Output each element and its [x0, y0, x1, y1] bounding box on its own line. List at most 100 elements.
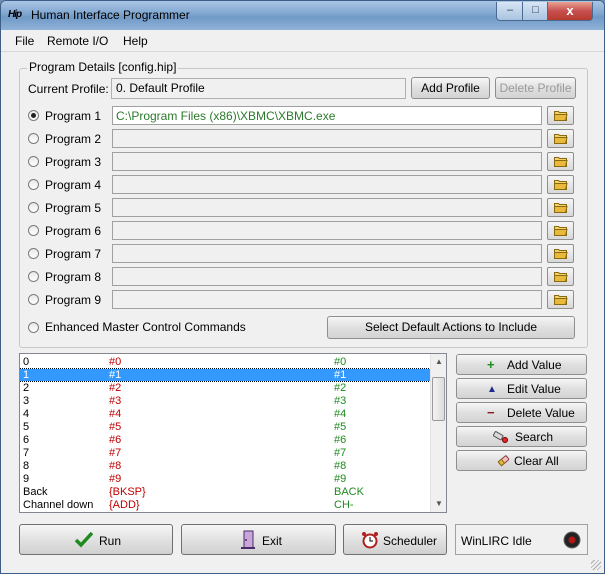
program-2-radio[interactable]	[28, 133, 39, 144]
delete-profile-button[interactable]: Delete Profile	[495, 77, 576, 99]
plus-icon: +	[487, 357, 495, 372]
winlirc-status-text: WinLIRC Idle	[461, 534, 532, 548]
program-9-browse-button[interactable]	[547, 290, 574, 309]
program-4-browse-button[interactable]	[547, 175, 574, 194]
program-1-radio[interactable]	[28, 110, 39, 121]
mapping-list[interactable]: 0 #0 #0 1 #1 #1 2 #2 #2 3 #3 #3 4 #4 #4 5 #5 #5 6 #6 #…	[19, 353, 447, 513]
select-default-actions-button[interactable]: Select Default Actions to Include	[327, 316, 575, 339]
app-logo-icon: Hip	[8, 9, 22, 20]
folder-icon	[554, 203, 568, 213]
program-3-radio[interactable]	[28, 156, 39, 167]
exit-door-icon	[240, 530, 256, 553]
exit-button[interactable]: Exit	[181, 524, 336, 555]
program-6-path-input[interactable]	[112, 221, 542, 240]
triangle-up-icon: ▲	[487, 384, 497, 395]
maximize-button[interactable]: □	[522, 2, 549, 21]
run-button[interactable]: Run	[19, 524, 173, 555]
checkmark-icon	[74, 531, 94, 552]
menu-remote-io[interactable]: Remote I/O	[47, 34, 108, 48]
program-7-radio[interactable]	[28, 248, 39, 259]
program-7-browse-button[interactable]	[547, 244, 574, 263]
program-1-label: Program 1	[45, 109, 102, 123]
program-2-path-input[interactable]	[112, 129, 542, 148]
eraser-icon	[497, 454, 511, 470]
program-1-browse-button[interactable]	[547, 106, 574, 125]
alarm-clock-icon	[361, 531, 379, 552]
program-3-label: Program 3	[45, 155, 102, 169]
scroll-down-icon[interactable]: ▼	[431, 496, 446, 512]
program-9-path-input[interactable]	[112, 290, 542, 309]
scheduler-button[interactable]: Scheduler	[343, 524, 447, 555]
program-2-browse-button[interactable]	[547, 129, 574, 148]
resize-grip[interactable]	[591, 560, 601, 570]
program-8-browse-button[interactable]	[547, 267, 574, 286]
program-9-radio[interactable]	[28, 294, 39, 305]
winlirc-status-panel: WinLIRC Idle	[455, 524, 588, 555]
program-8-radio[interactable]	[28, 271, 39, 282]
title-bar[interactable]: Hip Human Interface Programmer – □ x	[1, 1, 604, 30]
list-item[interactable]: 5 #5 #5	[20, 421, 430, 433]
list-item[interactable]: 4 #4 #4	[20, 408, 430, 420]
folder-icon	[554, 157, 568, 167]
list-item[interactable]: 8 #8 #8	[20, 460, 430, 472]
program-4-radio[interactable]	[28, 179, 39, 190]
close-button[interactable]: x	[547, 2, 593, 21]
program-5-browse-button[interactable]	[547, 198, 574, 217]
folder-icon	[554, 180, 568, 190]
folder-icon	[554, 295, 568, 305]
program-5-radio[interactable]	[28, 202, 39, 213]
program-6-radio[interactable]	[28, 225, 39, 236]
search-flashlight-icon	[492, 430, 509, 446]
program-2-label: Program 2	[45, 132, 102, 146]
program-5-label: Program 5	[45, 201, 102, 215]
program-5-path-input[interactable]	[112, 198, 542, 217]
status-led-icon	[563, 531, 581, 552]
folder-icon	[554, 249, 568, 259]
scroll-thumb[interactable]	[432, 377, 445, 421]
menu-file[interactable]: File	[15, 34, 34, 48]
list-item[interactable]: 6 #6 #6	[20, 434, 430, 446]
list-item[interactable]: 0 #0 #0	[20, 356, 430, 368]
program-3-browse-button[interactable]	[547, 152, 574, 171]
enhanced-commands-radio[interactable]	[28, 322, 39, 333]
program-4-path-input[interactable]	[112, 175, 542, 194]
folder-icon	[554, 272, 568, 282]
folder-icon	[554, 134, 568, 144]
scroll-up-icon[interactable]: ▲	[431, 354, 446, 370]
program-9-label: Program 9	[45, 293, 102, 307]
program-6-browse-button[interactable]	[547, 221, 574, 240]
delete-value-button[interactable]: − Delete Value	[456, 402, 587, 423]
menu-bar: File Remote I/O Help	[1, 30, 604, 52]
program-8-label: Program 8	[45, 270, 102, 284]
folder-icon	[554, 111, 568, 121]
program-7-label: Program 7	[45, 247, 102, 261]
program-8-path-input[interactable]	[112, 267, 542, 286]
program-7-path-input[interactable]	[112, 244, 542, 263]
current-profile-field[interactable]: 0. Default Profile	[111, 78, 406, 99]
list-item[interactable]: Back {BKSP} BACK	[20, 486, 430, 498]
enhanced-commands-label: Enhanced Master Control Commands	[45, 320, 246, 334]
folder-icon	[554, 226, 568, 236]
add-profile-button[interactable]: Add Profile	[411, 77, 490, 99]
current-profile-value: 0. Default Profile	[116, 81, 205, 95]
program-6-label: Program 6	[45, 224, 102, 238]
list-item[interactable]: 9 #9 #9	[20, 473, 430, 485]
add-value-button[interactable]: + Add Value	[456, 354, 587, 375]
list-item[interactable]: 3 #3 #3	[20, 395, 430, 407]
clear-all-button[interactable]: Clear All	[456, 450, 587, 471]
program-details-legend: Program Details [config.hip]	[27, 60, 179, 74]
edit-value-button[interactable]: ▲ Edit Value	[456, 378, 587, 399]
menu-help[interactable]: Help	[123, 34, 148, 48]
program-3-path-input[interactable]	[112, 152, 542, 171]
search-button[interactable]: Search	[456, 426, 587, 447]
program-4-label: Program 4	[45, 178, 102, 192]
minimize-button[interactable]: –	[496, 2, 524, 21]
list-scrollbar[interactable]: ▲ ▼	[430, 354, 446, 512]
list-item-selected[interactable]: 1 #1 #1	[20, 368, 431, 382]
current-profile-label: Current Profile:	[28, 82, 109, 96]
list-item[interactable]: 2 #2 #2	[20, 382, 430, 394]
main-window: Hip Human Interface Programmer – □ x Fil…	[0, 0, 605, 574]
list-item[interactable]: 7 #7 #7	[20, 447, 430, 459]
program-1-path-input[interactable]: C:\Program Files (x86)\XBMC\XBMC.exe	[112, 106, 542, 125]
list-item[interactable]: Channel down {ADD} CH-	[20, 499, 430, 511]
